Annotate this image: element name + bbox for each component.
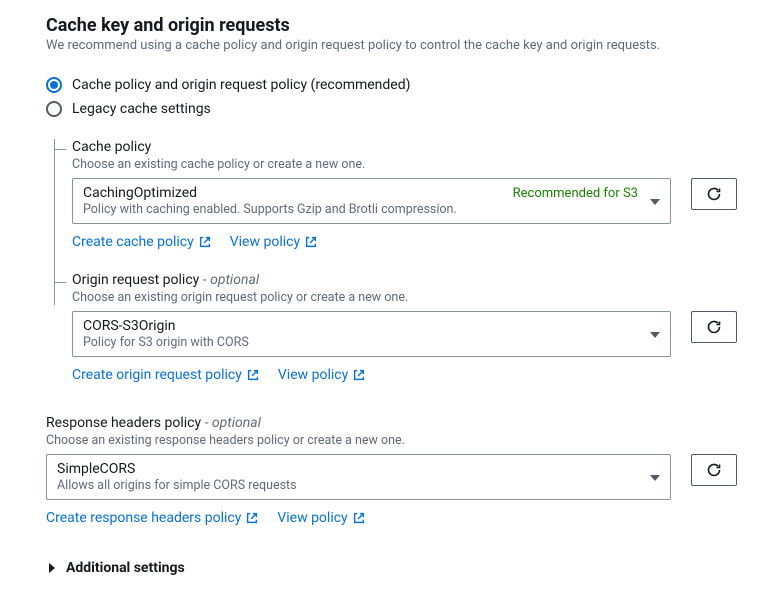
radio-label: Legacy cache settings [72,101,211,117]
page-title: Cache key and origin requests [46,15,737,36]
additional-settings-toggle[interactable]: Additional settings [46,560,737,576]
additional-settings-label: Additional settings [66,560,185,576]
select-value: SimpleCORS [57,461,638,477]
caret-right-icon [46,562,58,574]
select-description: Allows all origins for simple CORS reque… [57,478,638,493]
cache-policy-refresh-button[interactable] [691,178,737,210]
refresh-icon [706,319,722,335]
policy-tree: Cache policy Choose an existing cache po… [54,139,737,383]
radio-icon [46,101,62,117]
refresh-icon [706,462,722,478]
view-cache-policy-link[interactable]: View policy [230,234,318,250]
view-origin-request-policy-link[interactable]: View policy [278,367,366,383]
cache-policy-section: Cache policy Choose an existing cache po… [54,139,737,250]
create-response-headers-policy-link[interactable]: Create response headers policy [46,510,259,526]
origin-request-policy-section: Origin request policyoptional Choose an … [54,272,737,383]
radio-legacy[interactable]: Legacy cache settings [46,101,737,117]
external-link-icon [352,511,366,525]
policy-mode-radio-group: Cache policy and origin request policy (… [46,77,737,117]
select-description: Policy for S3 origin with CORS [83,335,638,350]
radio-icon [46,77,62,93]
refresh-icon [706,186,722,202]
response-headers-policy-section: Response headers policyoptional Choose a… [46,415,737,526]
select-value: CachingOptimized [83,185,197,201]
radio-label: Cache policy and origin request policy (… [72,77,411,93]
create-cache-policy-link[interactable]: Create cache policy [72,234,212,250]
external-link-icon [304,235,318,249]
external-link-icon [245,511,259,525]
cache-policy-title: Cache policy [72,139,737,155]
caret-down-icon [650,326,660,342]
radio-recommended[interactable]: Cache policy and origin request policy (… [46,77,737,93]
caret-down-icon [650,193,660,209]
response-headers-policy-desc: Choose an existing response headers poli… [46,433,737,448]
cache-policy-select[interactable]: CachingOptimized Recommended for S3 Poli… [72,178,671,224]
origin-request-policy-desc: Choose an existing origin request policy… [72,290,737,305]
select-recommended-label: Recommended for S3 [513,186,638,201]
caret-down-icon [650,469,660,485]
view-response-headers-policy-link[interactable]: View policy [277,510,365,526]
create-origin-request-policy-link[interactable]: Create origin request policy [72,367,260,383]
response-headers-policy-refresh-button[interactable] [691,454,737,486]
origin-request-policy-select[interactable]: CORS-S3Origin Policy for S3 origin with … [72,311,671,357]
page-subtitle: We recommend using a cache policy and or… [46,38,737,53]
response-headers-policy-select[interactable]: SimpleCORS Allows all origins for simple… [46,454,671,500]
cache-policy-desc: Choose an existing cache policy or creat… [72,157,737,172]
origin-request-policy-refresh-button[interactable] [691,311,737,343]
origin-request-policy-title: Origin request policyoptional [72,272,737,288]
response-headers-policy-title: Response headers policyoptional [46,415,737,431]
select-description: Policy with caching enabled. Supports Gz… [83,202,638,217]
external-link-icon [246,368,260,382]
external-link-icon [198,235,212,249]
select-value: CORS-S3Origin [83,318,638,334]
external-link-icon [352,368,366,382]
